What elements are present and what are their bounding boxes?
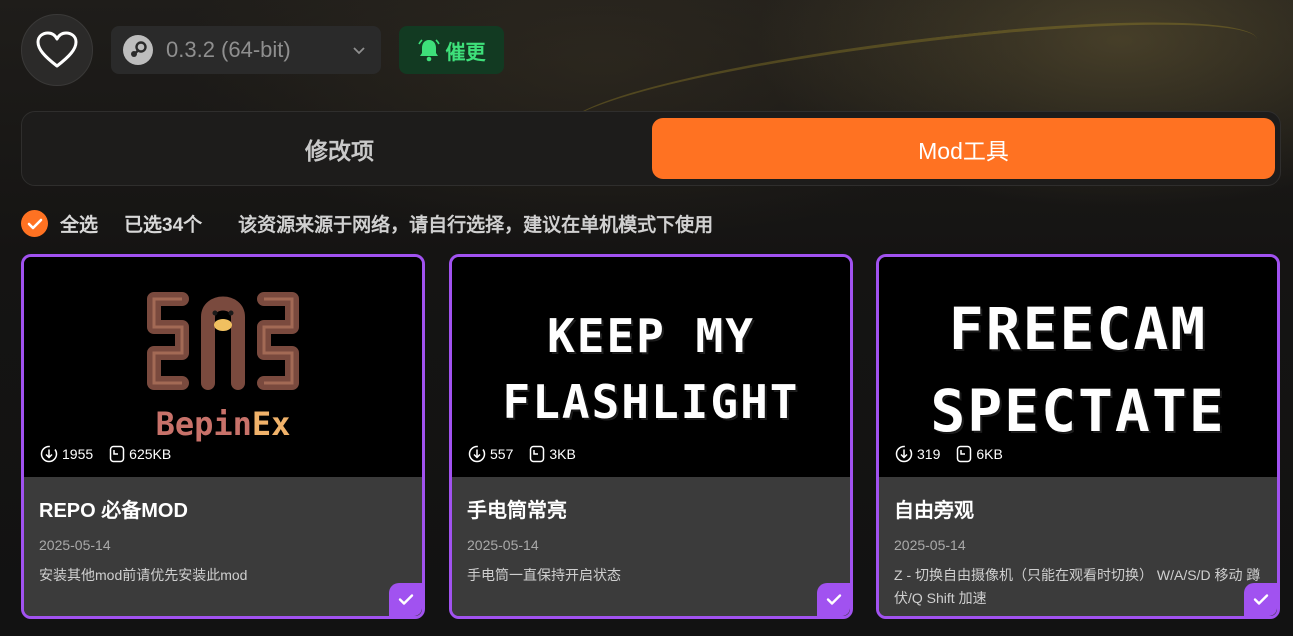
source-notice: 该资源来源于网络，请自行选择，建议在单机模式下使用 [238, 215, 714, 236]
download-icon [895, 445, 913, 463]
mod-date: 2025-05-14 [894, 537, 966, 553]
thumb-title-line-2: SPECTATE [930, 377, 1226, 445]
tab-bar: 修改项 Mod工具 [21, 111, 1281, 186]
mod-description: Z - 切换自由摄像机（只能在观看时切换） W/A/S/D 移动 蹲伏/Q Sh… [894, 567, 1261, 606]
download-icon [468, 445, 486, 463]
mod-stats: 319 6KB [895, 445, 1019, 463]
file-size: 6KB [956, 445, 1003, 463]
mod-card[interactable]: KEEP MY FLASHLIGHT 557 3KB 手电筒常亮 2025-05… [449, 254, 853, 619]
check-icon [27, 218, 42, 229]
remind-update-button[interactable]: 催更 [399, 26, 504, 74]
mod-card[interactable]: BepinEx 1955 625KB REPO 必备MOD 2025-05-14… [21, 254, 425, 619]
check-icon [398, 594, 413, 605]
bell-icon [417, 39, 440, 62]
bepinex-logo [147, 292, 299, 390]
thumb-title-line-1: FREECAM [948, 295, 1208, 363]
tab-mod-tools[interactable]: Mod工具 [652, 118, 1275, 179]
download-count: 319 [895, 445, 940, 463]
mod-info: 手电筒常亮 2025-05-14 手电筒一直保持开启状态 [452, 477, 850, 616]
mod-thumbnail: KEEP MY FLASHLIGHT 557 3KB [452, 257, 850, 477]
mod-description: 安装其他mod前请优先安装此mod [39, 567, 248, 583]
check-icon [826, 594, 841, 605]
top-bar: 0.3.2 (64-bit) 催更 [21, 14, 504, 86]
tab-modifiers[interactable]: 修改项 [28, 118, 651, 179]
mod-date: 2025-05-14 [467, 537, 539, 553]
download-count: 1955 [40, 445, 93, 463]
download-count: 557 [468, 445, 513, 463]
file-size: 625KB [109, 445, 171, 463]
check-icon [1253, 594, 1268, 605]
thumb-title-line-2: FLASHLIGHT [502, 375, 800, 429]
select-all-checkbox[interactable] [21, 210, 48, 237]
selection-bar: 全选 已选34个 该资源来源于网络，请自行选择，建议在单机模式下使用 [21, 210, 713, 237]
select-all-label[interactable]: 全选 [60, 210, 98, 237]
steam-icon [123, 35, 153, 65]
favorite-button[interactable] [21, 14, 93, 86]
file-size-icon [530, 445, 545, 463]
version-select[interactable]: 0.3.2 (64-bit) [111, 26, 381, 74]
mod-card[interactable]: FREECAM SPECTATE 319 6KB 自由旁观 2025-05-14… [876, 254, 1280, 619]
mod-title: 手电筒常亮 [467, 500, 567, 522]
mod-date: 2025-05-14 [39, 537, 111, 553]
mod-info: REPO 必备MOD 2025-05-14 安装其他mod前请优先安装此mod [24, 477, 422, 616]
mod-selected-checkbox[interactable] [817, 583, 850, 616]
thumb-title-line-1: KEEP MY [547, 309, 755, 363]
mod-stats: 557 3KB [468, 445, 592, 463]
remind-update-label: 催更 [445, 41, 486, 64]
heart-icon [36, 31, 78, 68]
mod-description: 手电筒一直保持开启状态 [467, 567, 621, 583]
mod-stats: 1955 625KB [40, 445, 187, 463]
mod-selected-checkbox[interactable] [389, 583, 422, 616]
mod-selected-checkbox[interactable] [1244, 583, 1277, 616]
mod-thumbnail: FREECAM SPECTATE 319 6KB [879, 257, 1277, 477]
selected-count: 已选34个 [124, 215, 203, 236]
file-size-icon [109, 445, 125, 463]
download-icon [40, 445, 58, 463]
version-label: 0.3.2 (64-bit) [166, 37, 291, 62]
file-size-icon [957, 445, 972, 463]
mod-title: REPO 必备MOD [39, 500, 188, 522]
mod-thumbnail: BepinEx 1955 625KB [24, 257, 422, 477]
file-size: 3KB [529, 445, 576, 463]
thumb-title: BepinEx [155, 405, 291, 443]
mod-title: 自由旁观 [894, 500, 974, 522]
mod-info: 自由旁观 2025-05-14 Z - 切换自由摄像机（只能在观看时切换） W/… [879, 477, 1277, 616]
chevron-down-icon [353, 47, 365, 55]
